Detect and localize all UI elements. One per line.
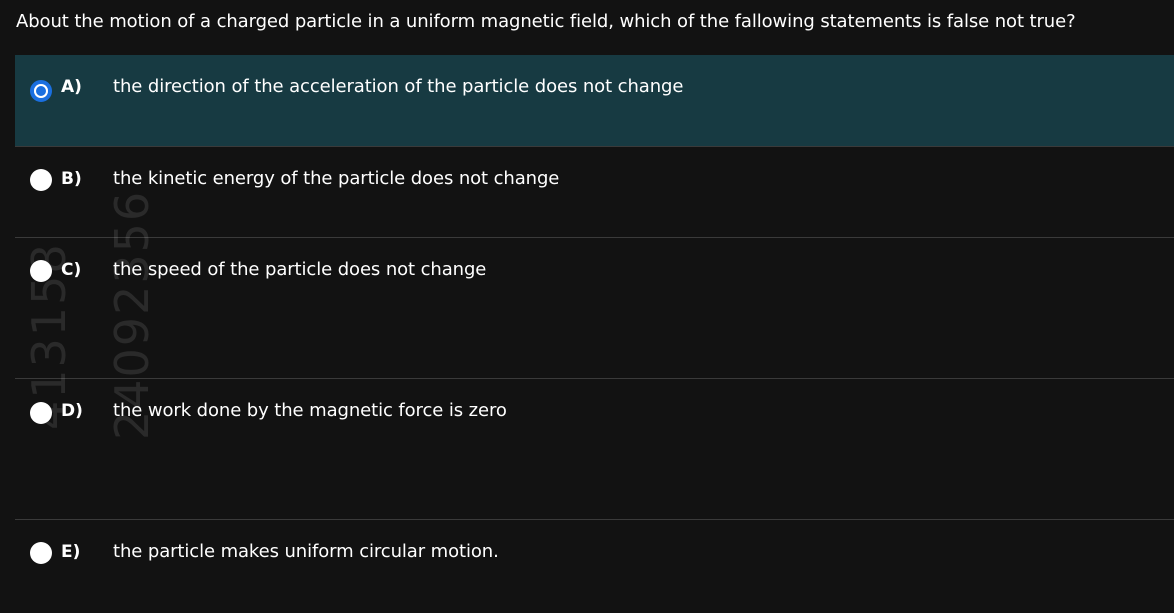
option-letter: B) [61,169,82,189]
quiz-page: About the motion of a charged particle i… [0,0,1174,613]
radio-button[interactable] [30,402,52,424]
option-e[interactable]: E) the particle makes uniform circular m… [15,519,1174,613]
radio-button[interactable] [30,542,52,564]
radio-button[interactable] [30,169,52,191]
option-text: the direction of the acceleration of the… [113,76,684,97]
radio-button-checked[interactable] [30,80,52,102]
option-c[interactable]: C) the speed of the particle does not ch… [15,237,1174,378]
option-letter: A) [61,77,82,97]
option-letter: C) [61,260,82,280]
question-text: About the motion of a charged particle i… [16,11,1076,32]
option-a[interactable]: A) the direction of the acceleration of … [15,55,1174,146]
option-text: the particle makes uniform circular moti… [113,541,499,562]
option-letter: D) [61,401,83,421]
option-text: the speed of the particle does not chang… [113,259,487,280]
option-letter: E) [61,542,81,562]
option-text: the kinetic energy of the particle does … [113,168,560,189]
option-text: the work done by the magnetic force is z… [113,400,507,421]
option-d[interactable]: D) the work done by the magnetic force i… [15,378,1174,519]
radio-button[interactable] [30,260,52,282]
option-b[interactable]: B) the kinetic energy of the particle do… [15,146,1174,237]
